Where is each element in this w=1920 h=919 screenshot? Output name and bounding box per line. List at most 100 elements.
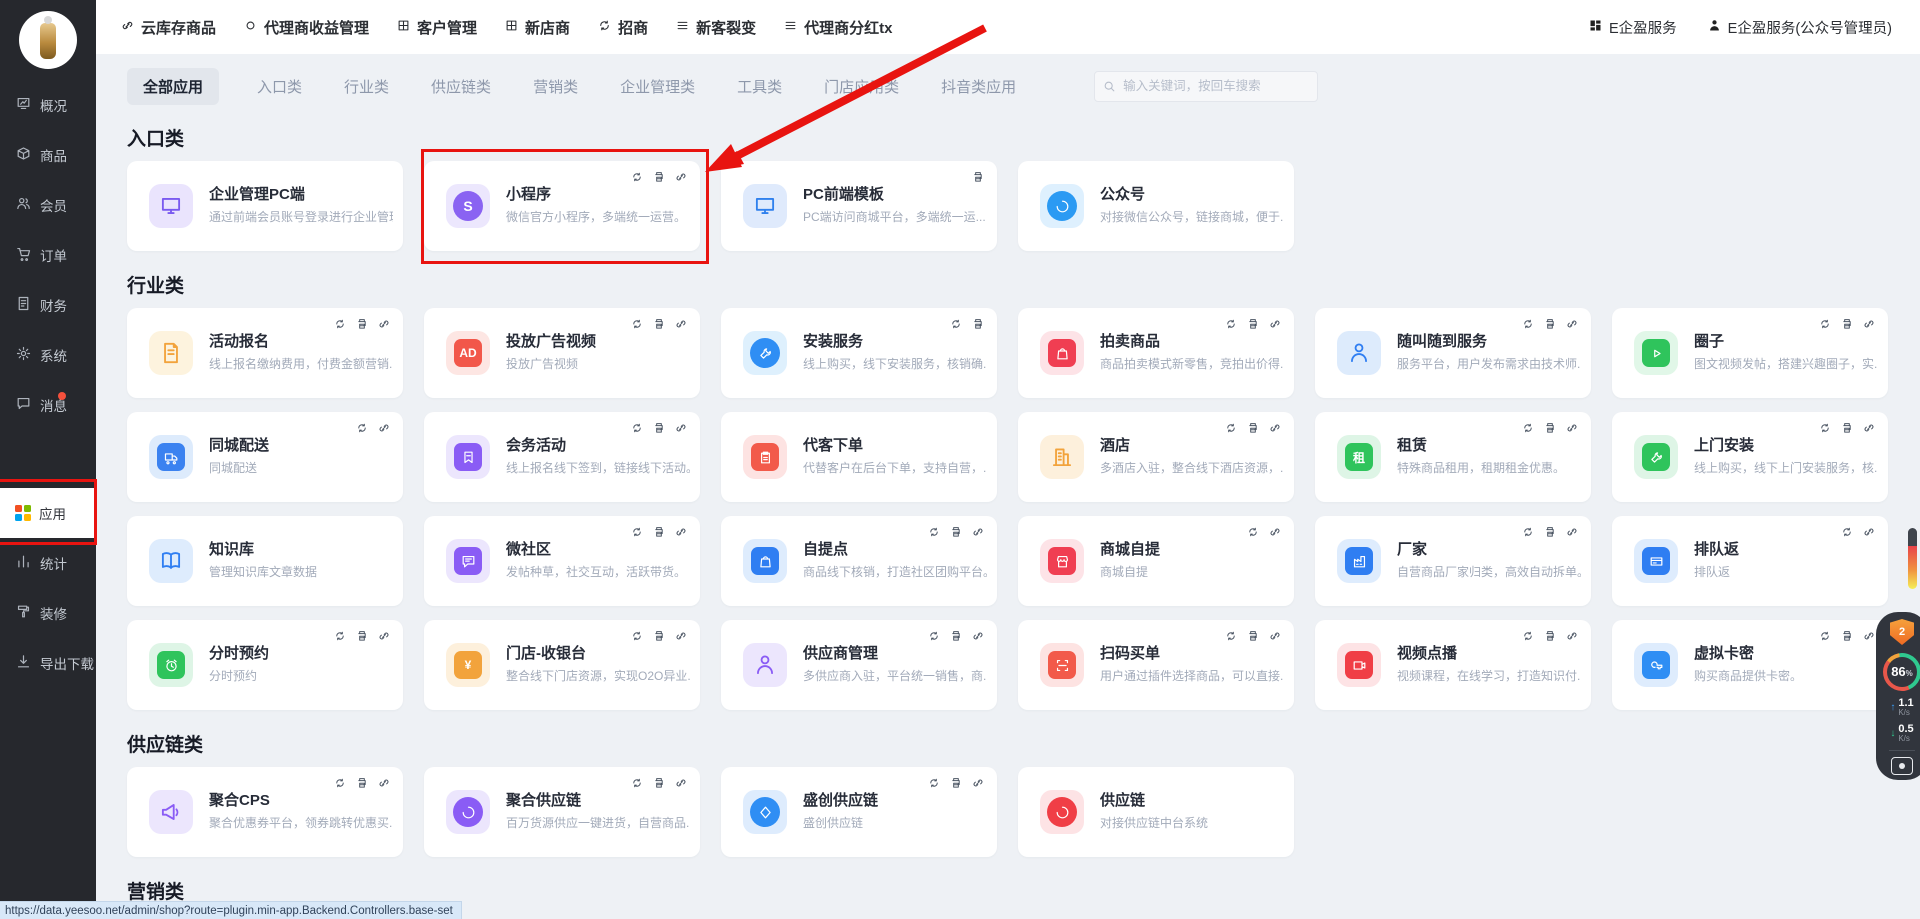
app-card[interactable]: 分时预约分时预约 bbox=[127, 620, 403, 710]
app-card[interactable]: 扫码买单用户通过插件选择商品，可以直接... bbox=[1018, 620, 1294, 710]
link-icon[interactable] bbox=[971, 525, 985, 544]
app-card[interactable]: 随叫随到服务服务平台，用户发布需求由技术师... bbox=[1315, 308, 1591, 398]
link-icon[interactable] bbox=[1565, 525, 1579, 544]
tab-category-4[interactable]: 营销类 bbox=[529, 68, 582, 105]
link-icon[interactable] bbox=[1862, 317, 1876, 336]
sync-icon[interactable] bbox=[630, 629, 644, 648]
printer-icon[interactable] bbox=[652, 629, 666, 648]
link-icon[interactable] bbox=[674, 317, 688, 336]
link-icon[interactable] bbox=[1862, 421, 1876, 440]
app-card[interactable]: 盛创供应链盛创供应链 bbox=[721, 767, 997, 857]
topnav-item[interactable]: 新客裂变 bbox=[675, 17, 756, 38]
link-icon[interactable] bbox=[377, 629, 391, 648]
sync-icon[interactable] bbox=[630, 525, 644, 544]
app-card[interactable]: AD投放广告视频投放广告视频 bbox=[424, 308, 700, 398]
app-card[interactable]: 安装服务线上购买，线下安装服务，核销确... bbox=[721, 308, 997, 398]
sync-icon[interactable] bbox=[630, 776, 644, 795]
link-icon[interactable] bbox=[1565, 629, 1579, 648]
app-card[interactable]: 视频点播视频课程，在线学习，打造知识付... bbox=[1315, 620, 1591, 710]
topnav-item[interactable]: 代理商收益管理 bbox=[243, 17, 369, 38]
app-card[interactable]: 供应链对接供应链中台系统 bbox=[1018, 767, 1294, 857]
sync-icon[interactable] bbox=[927, 629, 941, 648]
topnav-item[interactable]: 客户管理 bbox=[396, 17, 477, 38]
link-icon[interactable] bbox=[1565, 421, 1579, 440]
printer-icon[interactable] bbox=[949, 629, 963, 648]
sync-icon[interactable] bbox=[1224, 317, 1238, 336]
topnav-item[interactable]: 代理商分红tx bbox=[783, 17, 892, 38]
topnav-item[interactable]: 招商 bbox=[597, 17, 648, 38]
sync-icon[interactable] bbox=[1521, 317, 1535, 336]
tab-category-7[interactable]: 门店应用类 bbox=[820, 68, 903, 105]
link-icon[interactable] bbox=[377, 776, 391, 795]
sync-icon[interactable] bbox=[333, 629, 347, 648]
printer-icon[interactable] bbox=[1543, 421, 1557, 440]
printer-icon[interactable] bbox=[971, 170, 985, 189]
printer-icon[interactable] bbox=[652, 525, 666, 544]
link-icon[interactable] bbox=[1268, 629, 1282, 648]
sidebar-item-apps[interactable]: 应用 bbox=[0, 488, 96, 538]
link-icon[interactable] bbox=[674, 170, 688, 189]
sync-icon[interactable] bbox=[1224, 421, 1238, 440]
tab-all-apps[interactable]: 全部应用 bbox=[127, 68, 219, 105]
link-icon[interactable] bbox=[1565, 317, 1579, 336]
link-icon[interactable] bbox=[377, 317, 391, 336]
app-card[interactable]: 商城自提商城自提 bbox=[1018, 516, 1294, 606]
app-card[interactable]: ¥门店-收银台整合线下门店资源，实现O2O异业... bbox=[424, 620, 700, 710]
tab-category-8[interactable]: 抖音类应用 bbox=[937, 68, 1020, 105]
app-card[interactable]: 圈子图文视频发帖，搭建兴趣圈子，实... bbox=[1612, 308, 1888, 398]
app-card[interactable]: 上门安装线上购买，线下上门安装服务，核... bbox=[1612, 412, 1888, 502]
sidebar-item-member[interactable]: 会员 bbox=[0, 180, 96, 230]
printer-icon[interactable] bbox=[1543, 317, 1557, 336]
printer-icon[interactable] bbox=[1246, 317, 1260, 336]
sync-icon[interactable] bbox=[355, 421, 369, 440]
topnav-item[interactable]: 云库存商品 bbox=[120, 17, 216, 38]
sidebar-item-system[interactable]: 系统 bbox=[0, 330, 96, 380]
printer-icon[interactable] bbox=[1246, 421, 1260, 440]
sync-icon[interactable] bbox=[630, 421, 644, 440]
sync-icon[interactable] bbox=[333, 317, 347, 336]
app-card[interactable]: 会务活动线上报名线下签到，链接线下活动。 bbox=[424, 412, 700, 502]
sync-icon[interactable] bbox=[630, 317, 644, 336]
sidebar-item-stats[interactable]: 统计 bbox=[0, 538, 96, 588]
app-card[interactable]: 供应商管理多供应商入驻，平台统一销售，商... bbox=[721, 620, 997, 710]
printer-icon[interactable] bbox=[652, 317, 666, 336]
tab-category-3[interactable]: 供应链类 bbox=[427, 68, 495, 105]
printer-icon[interactable] bbox=[1840, 629, 1854, 648]
sidebar-item-decorate[interactable]: 装修 bbox=[0, 588, 96, 638]
tab-category-6[interactable]: 工具类 bbox=[733, 68, 786, 105]
sync-icon[interactable] bbox=[1818, 421, 1832, 440]
sync-icon[interactable] bbox=[949, 317, 963, 336]
shop-logo[interactable] bbox=[0, 0, 96, 80]
link-icon[interactable] bbox=[971, 776, 985, 795]
link-icon[interactable] bbox=[377, 421, 391, 440]
app-card[interactable]: 租租赁特殊商品租用，租期租金优惠。 bbox=[1315, 412, 1591, 502]
link-icon[interactable] bbox=[1268, 317, 1282, 336]
sync-icon[interactable] bbox=[1521, 525, 1535, 544]
sync-icon[interactable] bbox=[1246, 525, 1260, 544]
sidebar-item-order[interactable]: 订单 bbox=[0, 230, 96, 280]
app-card[interactable]: 酒店多酒店入驻，整合线下酒店资源，... bbox=[1018, 412, 1294, 502]
sync-icon[interactable] bbox=[333, 776, 347, 795]
link-icon[interactable] bbox=[674, 776, 688, 795]
app-card[interactable]: 自提点商品线下核销，打造社区团购平台。 bbox=[721, 516, 997, 606]
printer-icon[interactable] bbox=[949, 525, 963, 544]
link-icon[interactable] bbox=[1862, 525, 1876, 544]
link-icon[interactable] bbox=[1268, 525, 1282, 544]
app-card[interactable]: 微社区发帖种草，社交互动，活跃带货。 bbox=[424, 516, 700, 606]
sync-icon[interactable] bbox=[1521, 629, 1535, 648]
sync-icon[interactable] bbox=[1521, 421, 1535, 440]
sync-icon[interactable] bbox=[630, 170, 644, 189]
sync-icon[interactable] bbox=[1840, 525, 1854, 544]
network-monitor-widget[interactable]: 2 86 % ↑ 1.1 K/s ↓ 0.5 K/s bbox=[1876, 612, 1920, 780]
sidebar-item-overview[interactable]: 概况 bbox=[0, 80, 96, 130]
printer-icon[interactable] bbox=[971, 317, 985, 336]
link-icon[interactable] bbox=[971, 629, 985, 648]
printer-icon[interactable] bbox=[355, 317, 369, 336]
sync-icon[interactable] bbox=[1818, 317, 1832, 336]
app-card[interactable]: 聚合CPS聚合优惠券平台，领券跳转优惠买... bbox=[127, 767, 403, 857]
link-icon[interactable] bbox=[1268, 421, 1282, 440]
printer-icon[interactable] bbox=[1543, 525, 1557, 544]
link-icon[interactable] bbox=[674, 525, 688, 544]
printer-icon[interactable] bbox=[355, 776, 369, 795]
printer-icon[interactable] bbox=[1840, 421, 1854, 440]
